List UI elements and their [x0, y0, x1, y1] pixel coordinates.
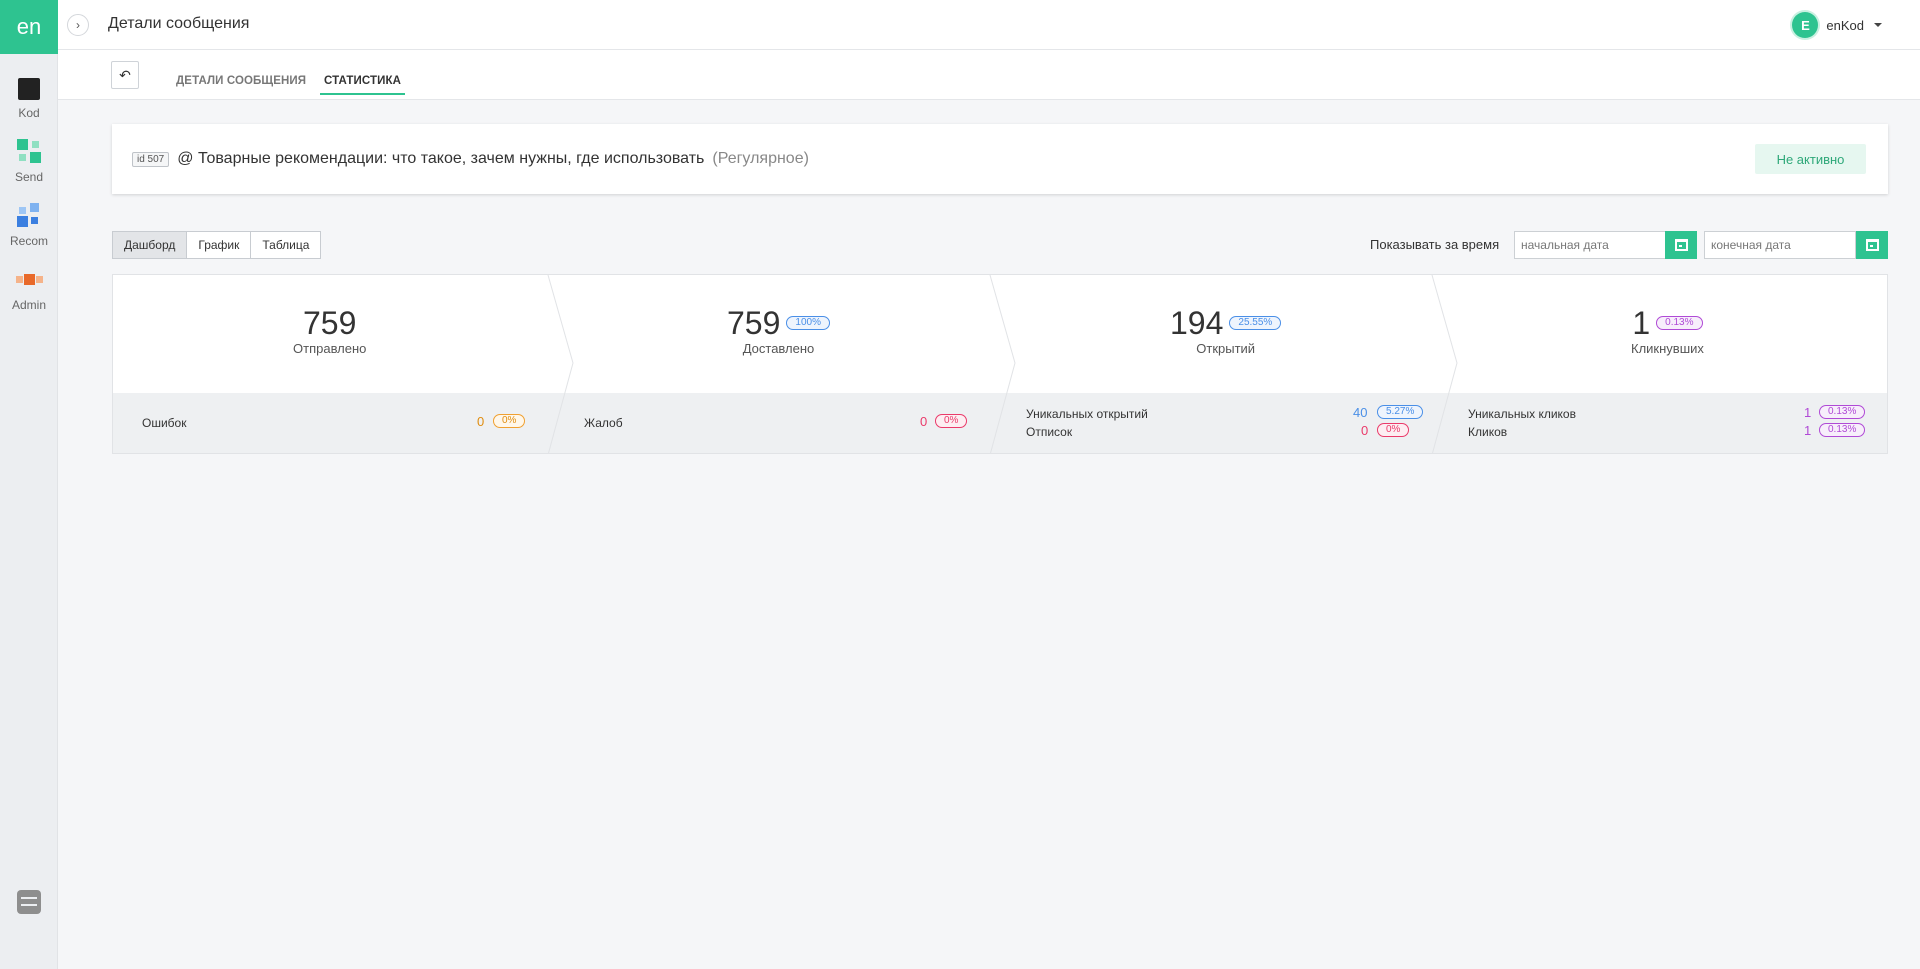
stat-delivered: 759 100% Доставлено — [727, 307, 830, 356]
back-button[interactable]: ↶ — [111, 61, 139, 89]
funnel-background — [113, 275, 1887, 453]
stat-value: 194 — [1170, 305, 1224, 341]
stat-value: 1 — [1632, 305, 1651, 341]
stat-percent-badge: 0.13% — [1656, 316, 1703, 330]
undo-arrow-icon: ↶ — [119, 66, 131, 83]
app-logo[interactable]: en — [0, 0, 58, 54]
stat-percent-badge: 25.55% — [1229, 316, 1282, 330]
view-table-button[interactable]: Таблица — [250, 231, 322, 259]
status-badge[interactable]: Не активно — [1755, 144, 1866, 174]
errors-label: Ошибок — [142, 416, 187, 430]
tab-statistics[interactable]: Статистика — [320, 75, 405, 95]
rail-item-label: Send — [14, 170, 44, 184]
view-dashboard-button[interactable]: Дашборд — [112, 231, 188, 259]
page-title: Детали сообщения — [108, 15, 250, 32]
stat-opened: 194 25.55% Открытий — [1170, 305, 1282, 356]
chevron-down-icon — [1874, 23, 1882, 27]
end-date-calendar-button[interactable] — [1856, 231, 1888, 259]
start-date-input[interactable]: начальная дата — [1514, 231, 1666, 259]
unique-opens-value: 40 — [1353, 405, 1368, 420]
end-date-input[interactable]: конечная дата — [1704, 231, 1856, 259]
rail-item-kod[interactable]: Kod — [0, 64, 58, 128]
left-rail: en Kod Send Recom Admin — [0, 0, 58, 969]
complaints-percent-badge: 0% — [935, 414, 968, 428]
stat-clicked: 1 0.13% Кликнувших — [1631, 307, 1704, 356]
stat-label: Доставлено — [742, 341, 815, 356]
rail-item-recom[interactable]: Recom — [0, 192, 58, 256]
user-menu[interactable]: E enKod — [1792, 12, 1882, 38]
stat-value: 759 — [727, 305, 781, 341]
stat-label: Отправлено — [293, 341, 367, 356]
stat-sent: 759 Отправлено — [293, 307, 366, 356]
kod-icon — [18, 78, 40, 100]
view-chart-button[interactable]: График — [186, 231, 252, 259]
complaints-value: 0 — [920, 414, 928, 429]
errors-percent-badge: 0% — [493, 414, 526, 428]
unique-clicks-percent-badge: 0.13% — [1819, 405, 1866, 419]
rail-item-label: Admin — [11, 298, 46, 312]
rail-item-send[interactable]: Send — [0, 128, 58, 192]
message-type: (Регулярное) — [712, 150, 809, 167]
complaints-label: Жалоб — [584, 416, 623, 430]
period-label: Показывать за время — [1370, 237, 1500, 252]
view-switch: Дашборд График Таблица — [112, 231, 322, 259]
top-header: › Детали сообщения E enKod — [58, 0, 1920, 50]
calendar-icon — [1674, 239, 1688, 251]
start-date-calendar-button[interactable] — [1665, 231, 1697, 259]
rail-item-label: Recom — [9, 234, 48, 248]
admin-icon — [16, 266, 43, 292]
stat-label: Открытий — [1196, 341, 1256, 356]
stat-value: 759 — [303, 305, 357, 341]
tab-bar: ↶ Детали сообщения Статистика — [58, 50, 1920, 100]
rail-item-label: Kod — [18, 106, 40, 120]
unsubscribes-label: Отписок — [1026, 425, 1073, 439]
expand-sidebar-button[interactable]: › — [67, 14, 89, 36]
message-id-badge: id 507 — [132, 151, 170, 167]
unique-opens-percent-badge: 5.27% — [1377, 405, 1424, 419]
send-icon — [16, 138, 42, 164]
recom-icon — [16, 202, 42, 228]
unsubscribes-value: 0 — [1361, 423, 1369, 438]
settings-sliders-icon[interactable] — [17, 890, 41, 914]
clicks-percent-badge: 0.13% — [1819, 423, 1866, 437]
stats-dashboard: 759 Отправлено 759 100% Доставлено 194 2… — [112, 274, 1888, 454]
stat-label: Кликнувших — [1631, 341, 1704, 356]
avatar: E — [1792, 12, 1819, 38]
unique-opens-label: Уникальных открытий — [1026, 407, 1148, 421]
unsubscribes-percent-badge: 0% — [1377, 423, 1410, 437]
rail-item-admin[interactable]: Admin — [0, 256, 58, 320]
message-title: @ Товарные рекомендации: что такое, заче… — [177, 150, 705, 167]
unique-clicks-value: 1 — [1804, 405, 1812, 420]
stat-percent-badge: 100% — [786, 316, 830, 330]
user-name: enKod — [1826, 17, 1864, 33]
chevron-right-icon: › — [76, 18, 80, 32]
clicks-label: Кликов — [1468, 425, 1508, 439]
clicks-value: 1 — [1804, 423, 1812, 438]
errors-value: 0 — [477, 414, 485, 429]
unique-clicks-label: Уникальных кликов — [1468, 407, 1576, 421]
message-info-card: id 507 @ Товарные рекомендации: что тако… — [112, 124, 1888, 194]
calendar-icon — [1865, 239, 1879, 251]
tab-message-details[interactable]: Детали сообщения — [172, 75, 310, 93]
